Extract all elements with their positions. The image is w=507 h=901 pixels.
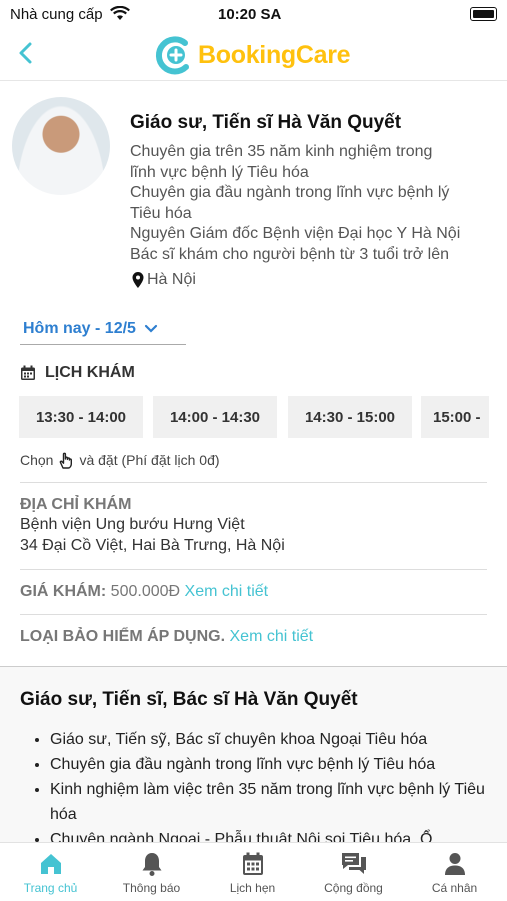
intro-list: Giáo sư, Tiến sỹ, Bác sĩ chuyên khoa Ngo… <box>20 727 495 842</box>
insurance-row: LOẠI BẢO HIỂM ÁP DỤNG. Xem chi tiết <box>20 628 313 646</box>
section-divider <box>20 482 487 483</box>
description-line: Tiêu hóa <box>130 204 192 222</box>
insurance-label: LOẠI BẢO HIỂM ÁP DỤNG. <box>20 628 226 645</box>
date-select[interactable]: Hôm nay - 12/5 <box>20 314 186 345</box>
doctor-location: Hà Nội <box>131 271 196 289</box>
insurance-detail-link[interactable]: Xem chi tiết <box>230 628 314 645</box>
booking-hint-prefix: Chọn <box>20 452 54 468</box>
list-item: Chuyên gia đầu ngành trong lĩnh vực bệnh… <box>50 752 495 777</box>
list-item: Giáo sư, Tiến sỹ, Bác sĩ chuyên khoa Ngo… <box>50 727 495 752</box>
bell-icon <box>142 853 161 876</box>
time-slot-list: 13:30 - 14:00 14:00 - 14:30 14:30 - 15:0… <box>19 396 489 438</box>
schedule-title-label: LỊCH KHÁM <box>45 364 135 381</box>
chevron-left-icon <box>19 42 32 64</box>
tap-hand-icon <box>60 452 73 469</box>
tab-label: Trang chủ <box>23 881 78 895</box>
time-slot[interactable]: 13:30 - 14:00 <box>19 396 143 438</box>
doctor-name: Giáo sư, Tiến sĩ Hà Văn Quyết <box>130 112 402 133</box>
tab-profile[interactable]: Cá nhân <box>404 843 505 901</box>
app-logo: BookingCare <box>152 34 351 76</box>
booking-hint-suffix: và đặt (Phí đặt lịch 0đ) <box>79 452 220 468</box>
time-slot[interactable]: 15:00 - <box>421 396 489 438</box>
schedule-title: LỊCH KHÁM <box>20 364 135 382</box>
clinic-name: Bệnh viện Ung bướu Hưng Việt <box>20 516 245 533</box>
doctor-description: Chuyên gia trên 35 năm kinh nghiệm trong… <box>130 142 500 265</box>
battery-icon <box>470 7 497 21</box>
description-line: Bác sĩ khám cho người bệnh từ 3 tuổi trở… <box>130 245 450 263</box>
description-line: lĩnh vực bệnh lý Tiêu hóa <box>130 163 309 181</box>
date-select-value: Hôm nay - 12/5 <box>23 320 136 337</box>
description-line: Chuyên gia trên 35 năm kinh nghiệm trong <box>130 143 433 160</box>
tab-appointments[interactable]: Lịch hẹn <box>202 843 303 901</box>
tab-home[interactable]: Trang chủ <box>0 843 101 901</box>
logo-icon <box>155 36 189 75</box>
section-divider <box>20 614 487 615</box>
description-line: Chuyên gia đầu ngành trong lĩnh vực bệnh… <box>130 184 450 201</box>
tab-label: Cộng đồng <box>324 881 383 895</box>
intro-title: Giáo sư, Tiến sĩ, Bác sĩ Hà Văn Quyết <box>20 689 358 710</box>
description-line: Nguyên Giám đốc Bệnh viện Đại học Y Hà N… <box>130 225 461 242</box>
tab-label: Lịch hẹn <box>229 881 276 895</box>
tab-bar: Trang chủ Thông báo Lịch hẹn Cộng đồng C… <box>0 842 507 901</box>
doctor-intro-section: Giáo sư, Tiến sĩ, Bác sĩ Hà Văn Quyết Gi… <box>0 667 507 842</box>
booking-hint: Chọn và đặt (Phí đặt lịch 0đ) <box>20 450 220 470</box>
doctor-avatar <box>12 97 110 195</box>
price-detail-link[interactable]: Xem chi tiết <box>185 583 269 600</box>
tab-notifications[interactable]: Thông báo <box>101 843 202 901</box>
chevron-down-icon <box>144 324 158 333</box>
tab-community[interactable]: Cộng đồng <box>303 843 404 901</box>
home-icon <box>40 854 61 874</box>
list-item: Kinh nghiệm làm việc trên 35 năm trong l… <box>50 777 495 827</box>
clinic-address: 34 Đại Cồ Việt, Hai Bà Trưng, Hà Nội <box>20 537 285 554</box>
map-pin-icon <box>132 272 144 288</box>
location-text: Hà Nội <box>147 271 196 288</box>
clock: 10:20 SA <box>218 6 282 23</box>
wifi-icon <box>110 5 130 26</box>
time-slot[interactable]: 14:00 - 14:30 <box>153 396 277 438</box>
price-value: 500.000Đ <box>110 583 181 600</box>
status-bar: Nhà cung cấp 10:20 SA <box>0 0 507 30</box>
time-slot[interactable]: 14:30 - 15:00 <box>288 396 412 438</box>
section-divider <box>20 569 487 570</box>
calendar-icon <box>21 365 35 380</box>
list-item: Chuyên ngành Ngoại - Phẫu thuật Nội soi … <box>50 827 495 842</box>
back-button[interactable] <box>12 38 42 68</box>
chat-icon <box>341 853 366 874</box>
tab-label: Cá nhân <box>431 881 478 895</box>
person-icon <box>444 853 465 875</box>
price-row: GIÁ KHÁM: 500.000Đ Xem chi tiết <box>20 583 268 601</box>
address-label: ĐỊA CHỈ KHÁM <box>20 496 132 513</box>
tab-label: Thông báo <box>122 881 181 895</box>
calendar-icon <box>242 852 263 875</box>
logo-text: BookingCare <box>198 40 351 69</box>
app-header: BookingCare <box>0 30 507 81</box>
price-label: GIÁ KHÁM: <box>20 583 107 600</box>
carrier-label: Nhà cung cấp <box>10 6 103 23</box>
